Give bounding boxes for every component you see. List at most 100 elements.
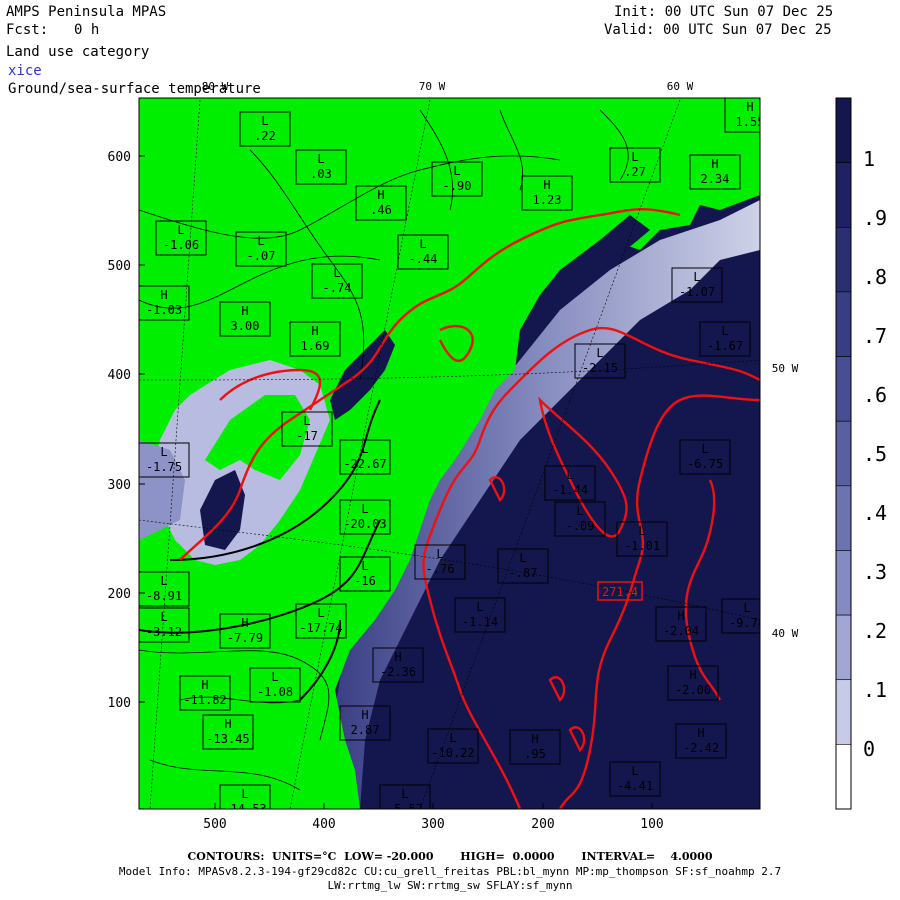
hl-type: L — [436, 547, 443, 561]
hl-type: L — [631, 150, 638, 164]
hl-type: L — [160, 610, 167, 624]
hl-value: -2.36 — [380, 665, 416, 679]
hl-type: L — [257, 234, 264, 248]
hl-value: -.07 — [247, 249, 276, 263]
hl-value: -.90 — [443, 179, 472, 193]
hl-value: -1.03 — [146, 303, 182, 317]
lon-label: 40 W — [772, 627, 799, 640]
hl-type: H — [711, 157, 718, 171]
hl-value: -1.07 — [679, 285, 715, 299]
map-plot-area: L.22L.27H1.55L.03 L-.90H2.34H.46H1.23L-1.… — [139, 98, 760, 809]
hl-type: L — [419, 237, 426, 251]
colorbar-segment — [835, 679, 852, 745]
contour-label-text: 271.4 — [602, 585, 638, 599]
hl-type: H — [394, 650, 401, 664]
y-tick-label: 100 — [108, 696, 131, 711]
hl-type: H — [377, 188, 384, 202]
hl-value: .03 — [310, 167, 332, 181]
colorbar-segment — [835, 420, 852, 487]
colorbar-label: .5 — [863, 442, 887, 466]
x-tick-label: 500 — [203, 817, 226, 832]
hl-value: -.09 — [566, 519, 595, 533]
hl-value: -.76 — [426, 562, 455, 576]
hl-type: L — [317, 152, 324, 166]
hl-type: L — [596, 346, 603, 360]
hl-value: .27 — [624, 165, 646, 179]
hl-type: H — [311, 324, 318, 338]
hl-value: -1.08 — [257, 685, 293, 699]
y-tick-label: 300 — [108, 478, 131, 493]
colorbar-label: 0 — [863, 737, 875, 761]
hl-type: H — [241, 304, 248, 318]
hl-value: -17.74 — [299, 621, 342, 635]
colorbar-label: .1 — [863, 678, 887, 702]
hl-value: -16 — [354, 574, 376, 588]
hl-type: H — [361, 708, 368, 722]
hl-type: L — [361, 442, 368, 456]
hl-value: -11.82 — [183, 693, 226, 707]
hl-type: L — [721, 324, 728, 338]
colorbar-label: .8 — [863, 265, 887, 289]
x-tick-label: 300 — [421, 817, 444, 832]
hl-value: 3.00 — [231, 319, 260, 333]
hl-type: L — [453, 164, 460, 178]
hl-type: H — [689, 668, 696, 682]
hl-value: -8.91 — [146, 589, 182, 603]
hl-type: L — [177, 223, 184, 237]
hl-type: L — [241, 787, 248, 801]
hl-type: L — [160, 574, 167, 588]
hl-value: -1.14 — [462, 615, 498, 629]
hl-type: L — [631, 764, 638, 778]
x-tick-label: 400 — [312, 817, 335, 832]
hl-type: L — [361, 502, 368, 516]
colorbar-segment — [835, 550, 852, 616]
hl-type: L — [271, 670, 278, 684]
lon-label: 80 W — [202, 80, 229, 93]
model-info: Model Info: MPASv8.2.3-194-gf29cd82c CU:… — [118, 865, 782, 878]
colorbar-label: .3 — [863, 560, 887, 584]
colorbar-segment — [835, 744, 852, 810]
hl-type: L — [693, 270, 700, 284]
hl-type: H — [677, 609, 684, 623]
hl-value: -2.15 — [582, 361, 618, 375]
hl-value: -17 — [296, 429, 318, 443]
colorbar-label: .4 — [863, 501, 887, 525]
hl-type: H — [160, 288, 167, 302]
hl-value: -1.44 — [552, 483, 588, 497]
hl-value: -6.75 — [687, 457, 723, 471]
colorbar-segment — [835, 97, 852, 163]
hl-value: -2.04 — [663, 624, 699, 638]
hl-value: -22.67 — [343, 457, 386, 471]
hl-value: .95 — [524, 747, 546, 761]
hl-value: -.44 — [409, 252, 438, 266]
hl-value: -4.41 — [617, 779, 653, 793]
hl-type: L — [638, 524, 645, 538]
hl-type: L — [701, 442, 708, 456]
colorbar-segment — [835, 614, 852, 681]
hl-type: L — [519, 551, 526, 565]
y-tick-label: 600 — [108, 150, 131, 165]
colorbar-segment — [835, 485, 852, 551]
hl-type: L — [401, 787, 408, 801]
colorbar: 1 .9 .8 .7 .6 .5 .4 .3 .2 .1 0 — [835, 97, 887, 810]
hl-type: H — [697, 726, 704, 740]
colorbar-label: .2 — [863, 619, 887, 643]
colorbar-label: .7 — [863, 324, 887, 348]
lon-label: 60 W — [667, 80, 694, 93]
model-info-2: LW:rrtmg_lw SW:rrtmg_sw SFLAY:sf_mynn — [327, 879, 573, 892]
hl-value: -1.67 — [707, 339, 743, 353]
colorbar-label: .6 — [863, 383, 887, 407]
hl-value: .22 — [254, 129, 276, 143]
colorbar-segment — [835, 162, 852, 228]
hl-value: -3.12 — [146, 625, 182, 639]
hl-value: -10.22 — [431, 746, 474, 760]
hl-type: H — [224, 717, 231, 731]
hl-type: L — [303, 414, 310, 428]
hl-value: -7.79 — [227, 631, 263, 645]
colorbar-label: 1 — [863, 147, 875, 171]
x-tick-label: 200 — [531, 817, 554, 832]
hl-type: L — [476, 600, 483, 614]
hl-value: 2.87 — [351, 723, 380, 737]
hl-type: L — [449, 731, 456, 745]
hl-type: H — [201, 678, 208, 692]
